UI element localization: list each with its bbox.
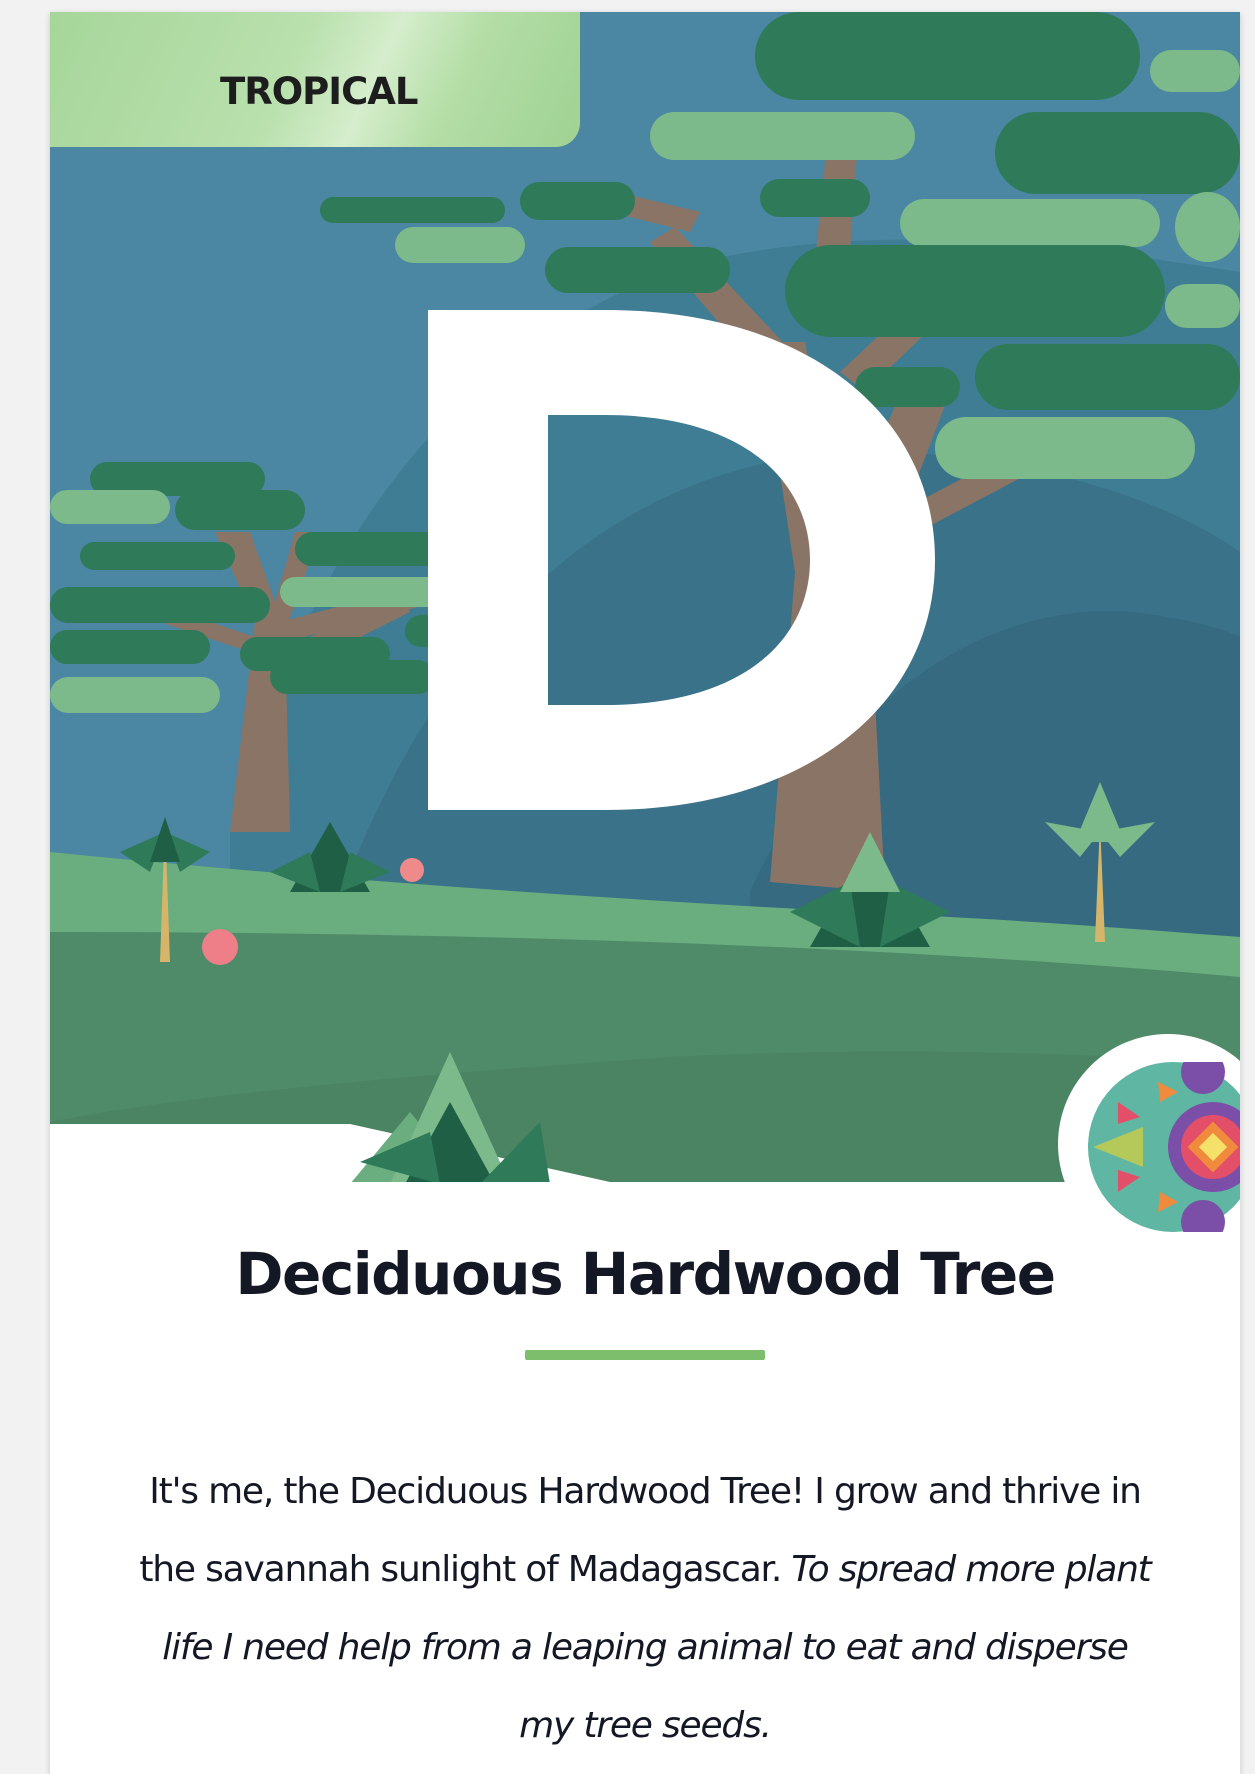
title-divider (525, 1350, 765, 1360)
mandala-icon (1088, 1062, 1240, 1232)
card-title: Deciduous Hardwood Tree (235, 1240, 1056, 1308)
category-badge: TROPICAL (50, 12, 580, 147)
tree-card: TROPICAL Deciduous Hardwood Tree It's me… (50, 12, 1240, 1774)
savanna-illustration (50, 12, 1240, 1182)
card-description: It's me, the Deciduous Hardwood Tree! I … (135, 1453, 1155, 1765)
category-label: TROPICAL (220, 70, 418, 113)
